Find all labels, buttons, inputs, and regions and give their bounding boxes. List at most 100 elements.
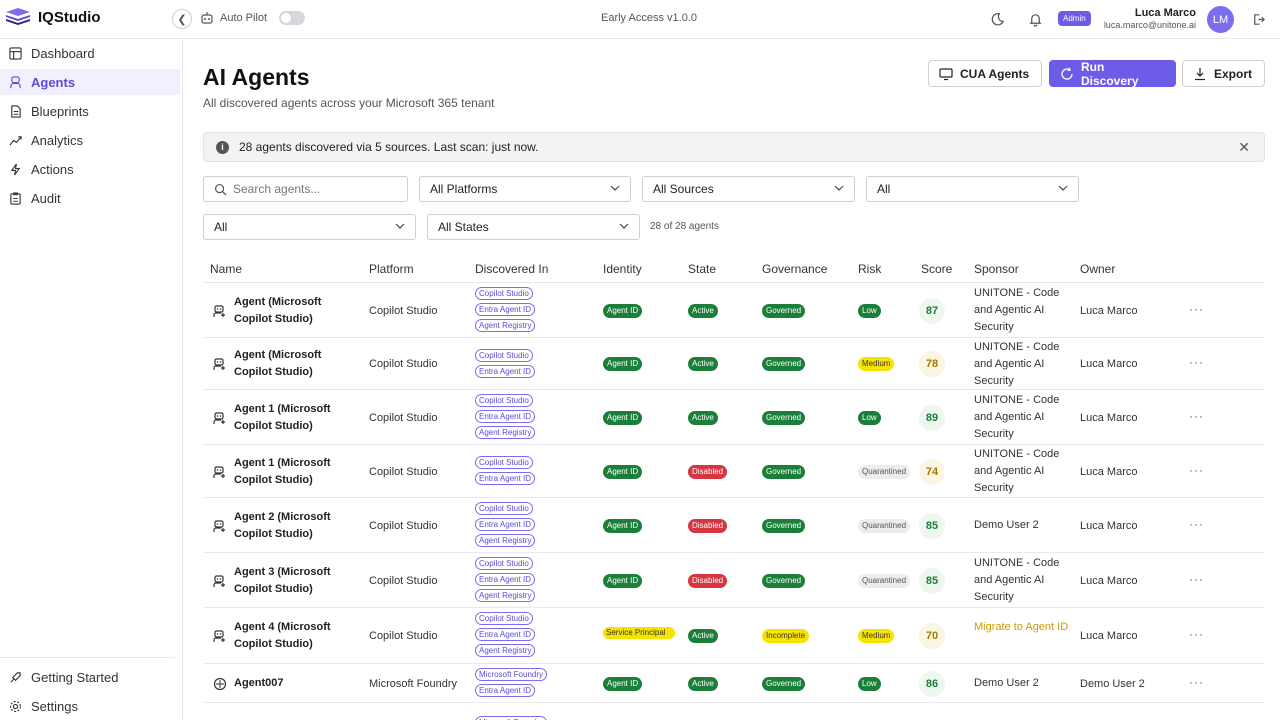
autopilot-toggle[interactable] xyxy=(279,11,306,25)
table-row[interactable]: Agent (Microsoft Copilot Studio) Copilot … xyxy=(203,338,1265,390)
owner-cell: Luca Marco xyxy=(1080,465,1138,478)
col-discovered[interactable]: Discovered In xyxy=(475,262,548,276)
governance-badge: Governed xyxy=(762,573,806,588)
notifications-button[interactable] xyxy=(1026,10,1044,28)
source-tag: Entra Agent ID xyxy=(475,572,536,586)
sidebar-item-analytics[interactable]: Analytics xyxy=(0,127,180,153)
banner-text: 28 agents discovered via 5 sources. Last… xyxy=(239,140,539,154)
platform-select[interactable]: All Platforms xyxy=(419,176,631,202)
agent-name[interactable]: Agent 1 (Microsoft Copilot Studio) xyxy=(234,401,334,435)
col-owner[interactable]: Owner xyxy=(1080,262,1115,276)
cua-agents-button[interactable]: CUA Agents xyxy=(928,60,1042,87)
owner-cell: Luca Marco xyxy=(1080,519,1138,532)
sidebar-item-label: Agents xyxy=(31,74,76,90)
analytics-icon xyxy=(8,133,22,147)
score-badge: 78 xyxy=(919,351,945,377)
copilot-agent-icon xyxy=(213,304,227,318)
agents-icon xyxy=(8,75,22,89)
more-actions-icon[interactable]: ··· xyxy=(1189,572,1204,586)
filter-select-3[interactable]: All xyxy=(866,176,1079,202)
states-select[interactable]: All States xyxy=(427,214,640,240)
theme-toggle-button[interactable] xyxy=(988,10,1006,28)
col-risk[interactable]: Risk xyxy=(858,262,881,276)
sidebar-item-agents[interactable]: Agents xyxy=(0,69,180,95)
col-name[interactable]: Name xyxy=(210,262,242,276)
sidebar-item-getting-started[interactable]: Getting Started xyxy=(0,664,180,690)
copilot-agent-icon xyxy=(213,465,227,479)
risk-badge: Quarantined xyxy=(858,464,911,479)
table-row[interactable]: Agent 2 (Microsoft Copilot Studio) Copilo… xyxy=(203,498,1265,553)
col-state[interactable]: State xyxy=(688,262,716,276)
sponsor-cell: UNITONE - Code and Agentic AI Security xyxy=(974,340,1060,387)
info-icon: i xyxy=(216,140,229,154)
brand-name: IQStudio xyxy=(38,8,101,26)
chevron-down-icon xyxy=(395,223,405,229)
page-subtitle: All discovered agents across your Micros… xyxy=(203,96,495,110)
agent-name[interactable]: Agent 3 (Microsoft Copilot Studio) xyxy=(234,564,334,598)
export-button[interactable]: Export xyxy=(1182,60,1265,87)
close-icon[interactable]: ✕ xyxy=(1238,139,1250,156)
more-actions-icon[interactable]: ··· xyxy=(1189,517,1204,531)
platform-cell: Copilot Studio xyxy=(369,519,438,532)
col-sponsor[interactable]: Sponsor xyxy=(974,262,1019,276)
table-row[interactable]: Agent 1 (Microsoft Copilot Studio) Copilo… xyxy=(203,445,1265,498)
table-row[interactable]: Agent007 Microsoft Foundry Microsoft Found… xyxy=(203,664,1265,703)
states-select-value: All States xyxy=(438,220,489,234)
cua-agents-label: CUA Agents xyxy=(960,66,1030,81)
migrate-link[interactable]: Migrate to Agent ID xyxy=(974,619,1074,636)
more-actions-icon[interactable]: ··· xyxy=(1189,302,1204,316)
col-score[interactable]: Score xyxy=(921,262,952,276)
more-actions-icon[interactable]: ··· xyxy=(1189,409,1204,423)
score-badge: 85 xyxy=(919,567,945,594)
sidebar-item-blueprints[interactable]: Blueprints xyxy=(0,98,180,124)
search-input[interactable] xyxy=(203,176,408,202)
sign-out-button[interactable] xyxy=(1249,10,1267,28)
table-row[interactable]: Agent 3 (Microsoft Copilot Studio) Copilo… xyxy=(203,553,1265,608)
run-discovery-button[interactable]: Run Discovery xyxy=(1049,60,1176,88)
sidebar-item-actions[interactable]: Actions xyxy=(0,156,180,182)
governance-badge: Incomplete xyxy=(762,629,810,643)
top-bar: IQStudio ❮ Auto Pilot Early Access v1.0.… xyxy=(0,0,1280,39)
agent-name[interactable]: Agent (Microsoft Copilot Studio) xyxy=(234,347,334,381)
sidebar-item-dashboard[interactable]: Dashboard xyxy=(0,40,180,66)
agent-name[interactable]: Agent 2 (Microsoft Copilot Studio) xyxy=(234,509,334,543)
state-badge: Active xyxy=(688,629,718,643)
collapse-sidebar-button[interactable]: ❮ xyxy=(172,9,192,29)
platform-cell: Copilot Studio xyxy=(369,465,438,478)
agent-name[interactable]: Agent 1 (Microsoft Copilot Studio) xyxy=(234,455,334,489)
sources-select[interactable]: All Sources xyxy=(642,176,855,202)
autopilot-label: Auto Pilot xyxy=(220,12,268,24)
agent-name[interactable]: Agent 4 (Microsoft Copilot Studio) xyxy=(234,619,334,653)
agent-name[interactable]: Agent (Microsoft Copilot Studio) xyxy=(234,294,334,328)
platform-cell: Copilot Studio xyxy=(369,574,438,587)
more-actions-icon[interactable]: ··· xyxy=(1189,355,1204,369)
avatar[interactable]: LM xyxy=(1207,6,1234,33)
more-actions-icon[interactable]: ··· xyxy=(1189,463,1204,477)
risk-badge: Low xyxy=(858,676,881,691)
platform-select-value: All Platforms xyxy=(430,182,498,196)
copilot-agent-icon xyxy=(213,629,227,643)
col-platform[interactable]: Platform xyxy=(369,262,414,276)
iqstudio-logo-icon xyxy=(6,8,30,26)
sidebar-item-audit[interactable]: Audit xyxy=(0,185,180,211)
gear-icon xyxy=(8,699,22,713)
identity-badge: Agent ID xyxy=(603,357,643,371)
col-identity[interactable]: Identity xyxy=(603,262,642,276)
table-row[interactable]: Agent 4 (Microsoft Copilot Studio) Copilo… xyxy=(203,608,1265,664)
sidebar-item-label: Audit xyxy=(31,190,61,206)
more-actions-icon[interactable]: ··· xyxy=(1189,627,1204,641)
table-row[interactable]: Agent (Microsoft Copilot Studio) Copilot … xyxy=(203,283,1265,338)
identity-badge: Agent ID xyxy=(603,464,643,479)
sidebar-item-settings[interactable]: Settings xyxy=(0,693,180,719)
identity-badge: Agent ID xyxy=(603,303,643,318)
col-governance[interactable]: Governance xyxy=(762,262,827,276)
brand[interactable]: IQStudio xyxy=(6,8,101,26)
table-row[interactable]: Microsoft Foundry xyxy=(203,703,1265,720)
state-badge: Active xyxy=(688,410,718,425)
more-actions-icon[interactable]: ··· xyxy=(1189,675,1204,689)
agent-name[interactable]: Agent007 xyxy=(234,675,334,692)
filter-select-4[interactable]: All xyxy=(203,214,416,240)
source-tag: Agent Registry xyxy=(475,533,536,547)
table-row[interactable]: Agent 1 (Microsoft Copilot Studio) Copilo… xyxy=(203,390,1265,445)
search-field-input[interactable] xyxy=(233,182,393,196)
